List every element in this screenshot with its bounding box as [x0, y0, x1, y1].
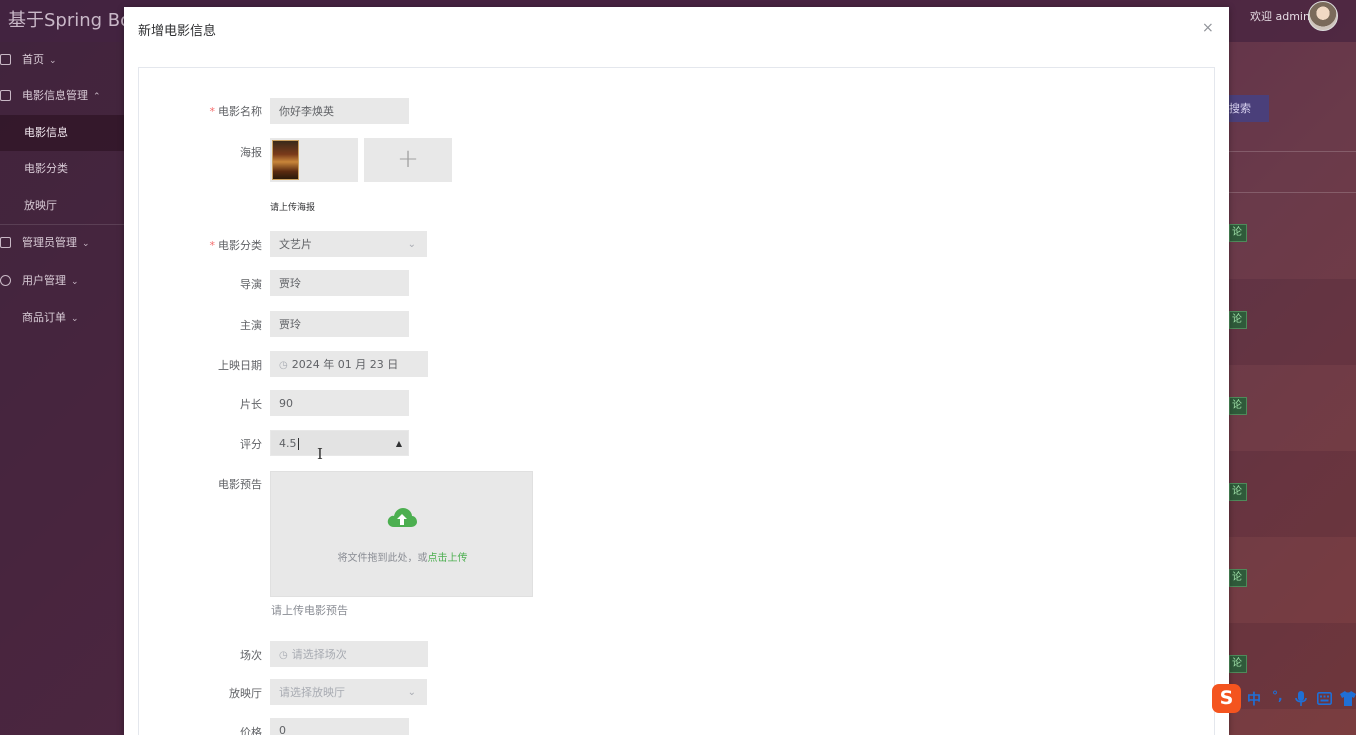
session-placeholder: 请选择场次: [291, 648, 347, 661]
poster-preview[interactable]: [270, 138, 358, 182]
folder-icon: [0, 90, 11, 101]
ime-punctuation-toggle[interactable]: °,: [1272, 689, 1283, 703]
poster-label: 海报: [240, 146, 262, 159]
comment-button[interactable]: 论: [1229, 483, 1247, 501]
rating-input[interactable]: 4.5 ▲: [270, 430, 409, 456]
clock-icon: ◷: [279, 650, 288, 661]
chevron-down-icon: ⌄: [71, 314, 79, 324]
trailer-upload-dropzone[interactable]: 将文件拖到此处，或点击上传: [270, 471, 533, 597]
director-label: 导演: [240, 278, 262, 291]
cast-label: 主演: [240, 319, 262, 332]
sidebar-item-movie-management[interactable]: 电影信息管理 ⌃: [0, 78, 124, 114]
hall-placeholder: 请选择放映厅: [279, 686, 345, 699]
table-row: [1229, 451, 1356, 537]
spinner-icon[interactable]: ▲: [396, 431, 402, 457]
mouse-text-cursor: I: [317, 445, 323, 463]
skin-shirt-icon[interactable]: [1340, 691, 1356, 706]
sogou-logo-icon[interactable]: S: [1212, 684, 1241, 713]
category-select[interactable]: 文艺片 ⌄: [270, 231, 427, 257]
sidebar-item-movie-info[interactable]: 电影信息: [0, 115, 124, 151]
director-input[interactable]: 贾玲: [270, 270, 409, 296]
release-date-value: 2024 年 01 月 23 日: [291, 358, 399, 371]
category-label: * 电影分类: [209, 239, 263, 252]
sidebar-item-hall[interactable]: 放映厅: [0, 188, 124, 224]
comment-button[interactable]: 论: [1229, 397, 1247, 415]
dialog-title: 新增电影信息: [138, 24, 217, 39]
comment-button[interactable]: 论: [1229, 224, 1247, 242]
upload-instructions: 将文件拖到此处，或点击上传: [337, 553, 468, 564]
sidebar-item-label: 用户管理: [22, 274, 66, 287]
price-input[interactable]: 0: [270, 718, 409, 735]
table-divider: [1229, 151, 1356, 152]
chevron-down-icon: ⌄: [71, 277, 79, 287]
chevron-down-icon: ⌄: [49, 56, 57, 66]
comment-button[interactable]: 论: [1229, 311, 1247, 329]
poster-hint: 请上传海报: [270, 203, 316, 213]
trailer-label: 电影预告: [218, 478, 262, 491]
user-icon: [0, 275, 11, 286]
sidebar-item-home[interactable]: 首页 ⌄: [0, 42, 124, 78]
hall-label: 放映厅: [229, 687, 262, 700]
hall-select[interactable]: 请选择放映厅 ⌄: [270, 679, 427, 705]
ime-toolbar: S 中 °,: [1212, 684, 1356, 714]
poster-image: [272, 140, 299, 180]
sidebar-item-label: 商品订单: [22, 311, 66, 324]
movie-name-input[interactable]: 你好李焕英: [270, 98, 409, 124]
trailer-hint: 请上传电影预告: [271, 604, 348, 617]
sidebar-item-admin-management[interactable]: 管理员管理 ⌄: [0, 225, 124, 261]
session-picker[interactable]: ◷ 请选择场次: [270, 641, 428, 667]
chevron-down-icon: ⌄: [407, 687, 416, 698]
sidebar-item-movie-category[interactable]: 电影分类: [0, 151, 124, 187]
search-button[interactable]: 搜索: [1229, 95, 1269, 122]
click-upload-link[interactable]: 点击上传: [428, 553, 468, 564]
gear-icon: [0, 237, 11, 248]
comment-button[interactable]: 论: [1229, 655, 1247, 673]
sidebar-item-label: 电影信息: [24, 126, 68, 139]
sidebar-item-orders[interactable]: 商品订单 ⌄: [0, 300, 124, 336]
duration-input[interactable]: 90: [270, 390, 409, 416]
close-icon[interactable]: ×: [1202, 20, 1214, 36]
sidebar: 首页 ⌄ 电影信息管理 ⌃ 电影信息 电影分类 放映厅 管理员管理 ⌄ 用户管理 ⌄ 商…: [0, 42, 124, 735]
sidebar-item-user-management[interactable]: 用户管理 ⌄: [0, 263, 124, 299]
sidebar-item-label: 首页: [22, 53, 44, 66]
keyboard-icon[interactable]: [1317, 692, 1332, 705]
clock-icon: ◷: [279, 360, 288, 371]
table-row: [1229, 279, 1356, 365]
sidebar-item-label: 管理员管理: [22, 236, 77, 249]
welcome-text: 欢迎 admin: [1250, 10, 1310, 23]
session-label: 场次: [240, 649, 262, 662]
price-label: 价格: [240, 726, 262, 735]
duration-label: 片长: [240, 398, 262, 411]
table-divider: [1229, 192, 1356, 193]
add-movie-dialog: 新增电影信息 × * 电影名称 你好李焕英 海报 + 请上传海报 * 电影分类 文艺…: [124, 7, 1229, 735]
ime-mode-toggle[interactable]: 中: [1247, 689, 1261, 709]
chevron-down-icon: ⌄: [82, 239, 90, 249]
sidebar-item-label: 电影信息管理: [22, 89, 88, 102]
microphone-icon[interactable]: [1295, 691, 1307, 707]
name-label: * 电影名称: [209, 105, 263, 118]
avatar[interactable]: [1308, 1, 1338, 31]
release-date-label: 上映日期: [218, 359, 262, 372]
rating-label: 评分: [240, 438, 262, 451]
app-title: 基于Spring Boo: [8, 10, 126, 31]
release-date-picker[interactable]: ◷ 2024 年 01 月 23 日: [270, 351, 428, 377]
cast-input[interactable]: 贾玲: [270, 311, 409, 337]
sidebar-item-label: 放映厅: [24, 199, 57, 212]
poster-upload-button[interactable]: +: [364, 138, 452, 182]
chevron-down-icon: ⌄: [407, 239, 416, 250]
home-icon: [0, 54, 11, 65]
upload-cloud-icon: [387, 508, 417, 527]
comment-button[interactable]: 论: [1229, 569, 1247, 587]
category-select-value: 文艺片: [279, 238, 312, 251]
rating-value: 4.5: [279, 437, 297, 450]
chevron-up-icon: ⌃: [93, 92, 101, 102]
sidebar-item-label: 电影分类: [24, 162, 68, 175]
text-caret: [297, 438, 299, 450]
